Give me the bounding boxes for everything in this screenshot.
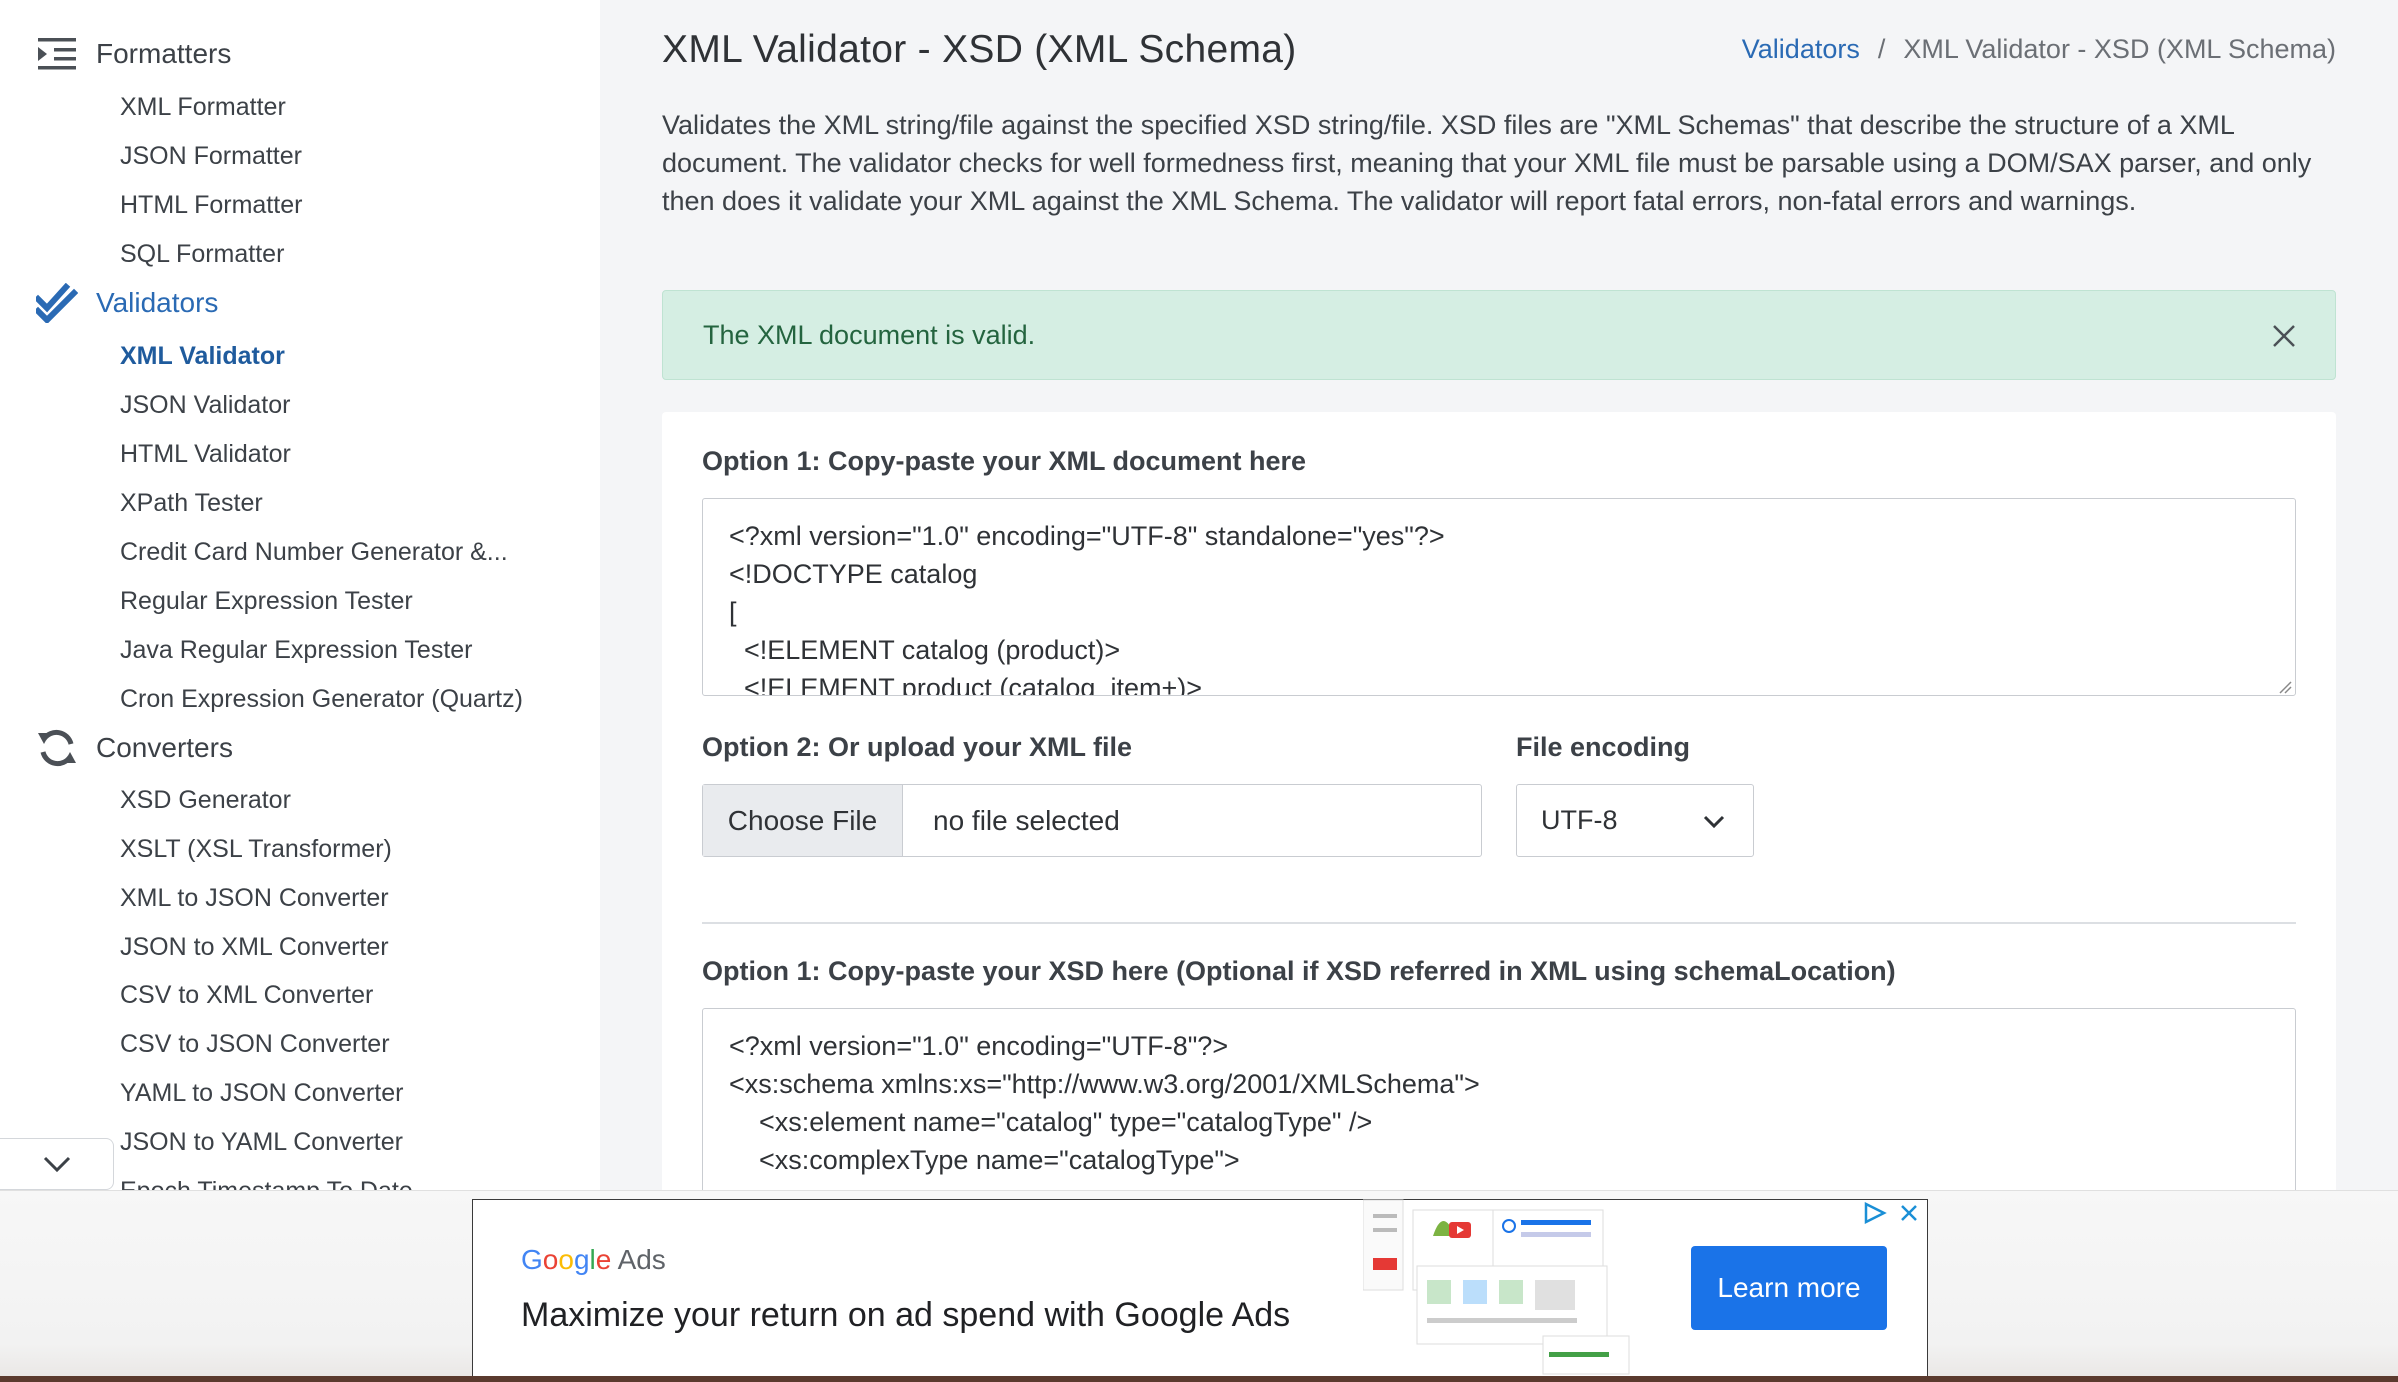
validator-form-card: Option 1: Copy-paste your XML document h… <box>662 412 2336 1248</box>
sidebar-item-credit-card-generator[interactable]: Credit Card Number Generator &... <box>120 535 508 569</box>
sidebar-item-csv-to-xml[interactable]: CSV to XML Converter <box>120 978 373 1012</box>
breadcrumb-current: XML Validator - XSD (XML Schema) <box>1903 34 2336 64</box>
sidebar-item-xml-validator[interactable]: XML Validator <box>120 339 285 373</box>
page-title: XML Validator - XSD (XML Schema) <box>662 28 1297 71</box>
ad-strip: Google Ads Maximize your return on ad sp… <box>0 1190 2398 1382</box>
sidebar-item-yaml-to-json[interactable]: YAML to JSON Converter <box>120 1076 403 1110</box>
sidebar-item-xml-formatter[interactable]: XML Formatter <box>120 90 286 124</box>
sidebar-collapse-button[interactable] <box>0 1138 114 1190</box>
sidebar-item-json-to-yaml[interactable]: JSON to YAML Converter <box>120 1125 403 1159</box>
chevron-down-icon <box>43 1156 70 1173</box>
xml-option1-label: Option 1: Copy-paste your XML document h… <box>702 446 1307 476</box>
sidebar-item-xml-to-json[interactable]: XML to JSON Converter <box>120 881 389 915</box>
sidebar-item-html-formatter[interactable]: HTML Formatter <box>120 188 302 222</box>
sidebar-item-epoch-to-date[interactable]: Epoch Timestamp To Date <box>120 1174 413 1190</box>
sidebar-item-json-to-xml[interactable]: JSON to XML Converter <box>120 930 389 964</box>
sidebar-item-regex-tester[interactable]: Regular Expression Tester <box>120 584 413 618</box>
sidebar-item-java-regex-tester[interactable]: Java Regular Expression Tester <box>120 633 473 667</box>
sidebar-item-xsd-generator[interactable]: XSD Generator <box>120 783 291 817</box>
ad-choices[interactable] <box>1863 1202 1919 1224</box>
sidebar-item-csv-to-json[interactable]: CSV to JSON Converter <box>120 1027 390 1061</box>
sidebar-item-xpath-tester[interactable]: XPath Tester <box>120 486 263 520</box>
indent-list-icon <box>36 33 78 75</box>
sidebar: Formatters XML Formatter JSON Formatter … <box>0 0 600 1190</box>
file-encoding-select[interactable]: UTF-8 <box>1516 784 1754 857</box>
sidebar-item-json-validator[interactable]: JSON Validator <box>120 388 290 422</box>
learn-more-button[interactable]: Learn more <box>1691 1246 1887 1330</box>
adchoices-play-icon[interactable] <box>1863 1202 1887 1224</box>
encoding-value: UTF-8 <box>1541 805 1618 835</box>
resize-grip-icon[interactable] <box>2276 678 2292 694</box>
divider <box>702 922 2296 924</box>
xsd-option1-label: Option 1: Copy-paste your XSD here (Opti… <box>702 956 1896 986</box>
breadcrumb: Validators / XML Validator - XSD (XML Sc… <box>1742 34 2336 65</box>
sidebar-item-cron-generator[interactable]: Cron Expression Generator (Quartz) <box>120 682 523 716</box>
refresh-arrows-icon <box>36 727 78 769</box>
sidebar-item-json-formatter[interactable]: JSON Formatter <box>120 139 302 173</box>
alert-message: The XML document is valid. <box>703 319 1036 350</box>
xml-input-textarea[interactable]: <?xml version="1.0" encoding="UTF-8" sta… <box>702 498 2296 696</box>
sidebar-section-validators[interactable]: Validators <box>36 278 218 328</box>
ad-headline[interactable]: Maximize your return on ad spend with Go… <box>521 1296 1290 1335</box>
google-ads-banner[interactable]: Google Ads Maximize your return on ad sp… <box>472 1199 1928 1377</box>
choose-file-button[interactable]: Choose File <box>703 785 903 856</box>
google-ads-logo: Google Ads <box>521 1244 666 1275</box>
double-check-icon <box>36 282 78 324</box>
sidebar-item-xslt[interactable]: XSLT (XSL Transformer) <box>120 832 392 866</box>
sidebar-item-sql-formatter[interactable]: SQL Formatter <box>120 237 284 271</box>
xml-option2-label: Option 2: Or upload your XML file <box>702 732 1133 762</box>
bottom-edge <box>0 1376 2398 1382</box>
sidebar-item-html-validator[interactable]: HTML Validator <box>120 437 291 471</box>
close-icon[interactable] <box>1899 1203 1919 1223</box>
main-content: XML Validator - XSD (XML Schema) Validat… <box>600 0 2398 1248</box>
chevron-down-icon <box>1703 815 1725 829</box>
close-icon[interactable] <box>2269 321 2299 351</box>
ad-illustration-icon <box>1363 1199 1630 1375</box>
page-description: Validates the XML string/file against th… <box>662 110 2312 216</box>
breadcrumb-separator: / <box>1877 34 1886 64</box>
sidebar-section-formatters[interactable]: Formatters <box>36 29 231 79</box>
success-alert: The XML document is valid. <box>662 290 2336 380</box>
xml-file-input[interactable]: Choose File no file selected <box>702 784 1482 857</box>
file-encoding-label: File encoding <box>1516 732 1691 762</box>
section-label: Formatters <box>96 38 232 69</box>
section-label: Validators <box>96 287 219 318</box>
breadcrumb-link-validators[interactable]: Validators <box>1742 34 1860 65</box>
file-status: no file selected <box>933 804 1120 836</box>
sidebar-section-converters[interactable]: Converters <box>36 723 233 773</box>
section-label: Converters <box>96 732 233 763</box>
